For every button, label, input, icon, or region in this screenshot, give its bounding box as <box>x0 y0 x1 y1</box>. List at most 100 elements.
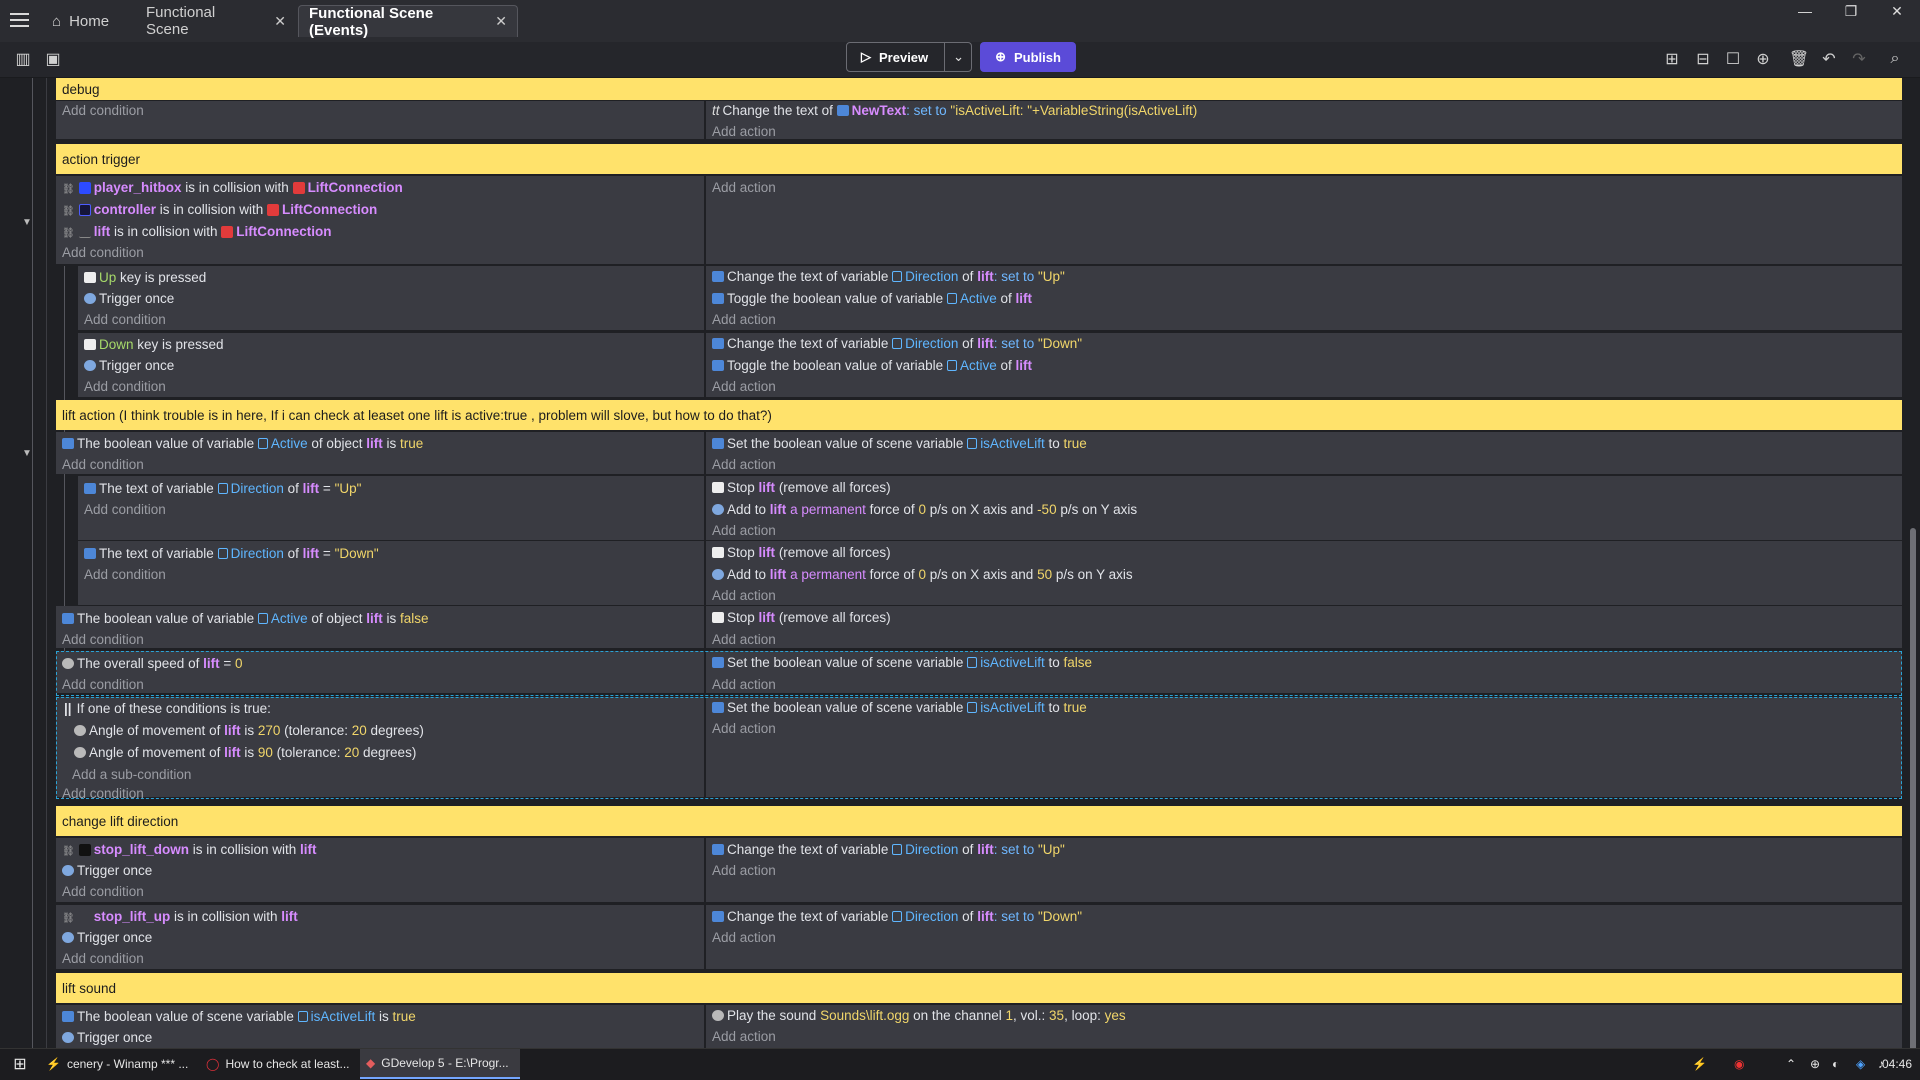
add-condition-link[interactable]: Add condition <box>62 457 144 472</box>
condition-collision[interactable]: ⛓ controller is in collision with LiftCon… <box>62 200 377 220</box>
condition-collision[interactable]: ⛓ lift is in collision with LiftConnectio… <box>62 222 332 242</box>
action-stop-forces[interactable]: Stop lift (remove all forces) <box>712 543 891 563</box>
add-condition-link[interactable]: Add condition <box>62 884 144 899</box>
action-change-variable[interactable]: Change the text of variable Direction of… <box>712 840 1065 860</box>
add-subevent-icon[interactable]: ⊟ <box>1692 48 1714 70</box>
tab-functional-scene[interactable]: Functional Scene ✕ <box>136 4 296 38</box>
condition-trigger-once[interactable]: Trigger once <box>62 861 152 881</box>
add-action-link[interactable]: Add action <box>712 1029 776 1044</box>
condition-key-pressed[interactable]: Down key is pressed <box>84 335 224 355</box>
add-event-icon[interactable]: ⊞ <box>1661 48 1683 70</box>
action-toggle-variable[interactable]: Toggle the boolean value of variable Act… <box>712 356 1032 376</box>
taskbar-gdevelop[interactable]: ◆ GDevelop 5 - E:\Progr... <box>360 1049 520 1079</box>
add-action-link[interactable]: Add action <box>712 312 776 327</box>
delete-icon[interactable]: 🗑 <box>1788 48 1810 70</box>
collapse-toggle-icon[interactable]: ▼ <box>22 213 32 233</box>
start-icon[interactable]: ⊞ <box>4 1049 36 1079</box>
tab-home[interactable]: ⌂ Home <box>42 5 134 37</box>
chevron-up-icon[interactable]: ⌃ <box>1780 1049 1804 1079</box>
add-condition-link[interactable]: Add condition <box>62 951 144 966</box>
save-icon[interactable]: ▣ <box>42 48 64 70</box>
variable-badge-icon <box>892 271 903 282</box>
condition-collision[interactable]: ⛓ player_hitbox is in collision with Lift… <box>62 178 403 198</box>
add-condition-link[interactable]: Add condition <box>62 632 144 647</box>
taskbar-winamp[interactable]: ⚡ cenery - Winamp *** ... <box>40 1049 196 1079</box>
action-change-variable[interactable]: Change the text of variable Direction of… <box>712 334 1082 354</box>
publish-button[interactable]: ⊕ Publish <box>980 42 1076 72</box>
action-stop-forces[interactable]: Stop lift (remove all forces) <box>712 478 891 498</box>
add-condition-link[interactable]: Add condition <box>84 312 166 327</box>
add-condition-link[interactable]: Add condition <box>62 245 144 260</box>
condition-text-variable[interactable]: The text of variable Direction of lift =… <box>84 544 379 564</box>
add-action-link[interactable]: Add action <box>712 588 776 603</box>
add-action-link[interactable]: Add action <box>712 930 776 945</box>
scrollbar[interactable] <box>1910 528 1916 1048</box>
add-action-link[interactable]: Add action <box>712 124 776 139</box>
taskbar-browser[interactable]: ◯ How to check at least... <box>200 1049 356 1079</box>
title-bar: ⌂ Home Functional Scene ✕ Functional Sce… <box>0 0 1920 42</box>
action-stop-forces[interactable]: Stop lift (remove all forces) <box>712 608 891 628</box>
condition-trigger-once[interactable]: Trigger once <box>62 928 152 948</box>
action-add-force[interactable]: Add to lift a permanent force of 0 p/s o… <box>712 565 1133 585</box>
event-conditions[interactable] <box>56 101 706 139</box>
tray-app-icon[interactable]: ◉ <box>1728 1049 1752 1079</box>
gamepad-icon[interactable]: ⊕ <box>1804 1049 1828 1079</box>
undo-icon[interactable]: ↶ <box>1818 48 1840 70</box>
action-play-sound[interactable]: Play the sound Sounds\lift.ogg on the ch… <box>712 1006 1126 1026</box>
add-action-link[interactable]: Add action <box>712 523 776 538</box>
action-change-variable[interactable]: Change the text of variable Direction of… <box>712 907 1082 927</box>
clock[interactable]: 04:46 <box>1876 1049 1918 1079</box>
link-icon: ⛓ <box>62 184 75 195</box>
add-action-link[interactable]: Add action <box>712 379 776 394</box>
discord-icon[interactable]: ◐ <box>1826 1049 1850 1079</box>
preview-dropdown-button[interactable]: ⌄ <box>944 42 972 72</box>
security-icon[interactable]: ◈ <box>1850 1049 1874 1079</box>
condition-key-pressed[interactable]: Up key is pressed <box>84 268 206 288</box>
condition-collision[interactable]: ⛓ stop_lift_down is in collision with lif… <box>62 840 317 860</box>
condition-boolean-scene-variable[interactable]: The boolean value of scene variable isAc… <box>62 1007 416 1027</box>
collapse-toggle-icon[interactable]: ▼ <box>22 444 32 464</box>
comment-change-lift-direction[interactable]: change lift direction <box>56 806 1902 836</box>
close-icon[interactable]: ✕ <box>274 13 286 30</box>
close-icon[interactable]: ✕ <box>495 13 507 30</box>
search-icon[interactable]: ⌕ <box>1884 48 1906 70</box>
add-condition-link[interactable]: Add condition <box>84 502 166 517</box>
event-sheet: debug Add condition tt Change the text of… <box>0 78 1920 1048</box>
event-actions[interactable] <box>706 176 1902 264</box>
condition-collision[interactable]: ⛓ stop_lift_up is in collision with lift <box>62 907 298 927</box>
add-action-link[interactable]: Add action <box>712 180 776 195</box>
tray-app-icon[interactable]: ⚡ <box>1686 1049 1710 1079</box>
add-condition-link[interactable]: Add condition <box>84 379 166 394</box>
comment-action-trigger[interactable]: action trigger <box>56 144 1902 174</box>
menu-icon[interactable] <box>10 13 29 27</box>
condition-trigger-once[interactable]: Trigger once <box>62 1028 152 1048</box>
condition-trigger-once[interactable]: Trigger once <box>84 289 174 309</box>
condition-boolean-variable[interactable]: The boolean value of variable Active of … <box>62 609 429 629</box>
minimize-icon[interactable]: — <box>1782 0 1828 22</box>
condition-boolean-variable[interactable]: The boolean value of variable Active of … <box>62 434 423 454</box>
action-change-text[interactable]: tt Change the text of NewText: set to "is… <box>712 101 1197 121</box>
add-icon[interactable]: ⊕ <box>1752 48 1774 70</box>
comment-lift-sound[interactable]: lift sound <box>56 973 1902 1003</box>
action-toggle-variable[interactable]: Toggle the boolean value of variable Act… <box>712 289 1032 309</box>
condition-text-variable[interactable]: The text of variable Direction of lift =… <box>84 479 361 499</box>
add-comment-icon[interactable]: ☐ <box>1722 48 1744 70</box>
variable-icon <box>712 844 724 855</box>
redo-icon[interactable]: ↷ <box>1848 48 1870 70</box>
add-condition-link[interactable]: Add condition <box>62 103 144 118</box>
add-action-link[interactable]: Add action <box>712 632 776 647</box>
condition-trigger-once[interactable]: Trigger once <box>84 356 174 376</box>
comment-lift-action[interactable]: lift action (I think trouble is in here,… <box>56 400 1902 430</box>
action-add-force[interactable]: Add to lift a permanent force of 0 p/s o… <box>712 500 1137 520</box>
action-change-variable[interactable]: Change the text of variable Direction of… <box>712 267 1065 287</box>
restore-icon[interactable]: ❐ <box>1828 0 1874 22</box>
add-action-link[interactable]: Add action <box>712 457 776 472</box>
action-set-scene-variable[interactable]: Set the boolean value of scene variable … <box>712 434 1087 454</box>
add-action-link[interactable]: Add action <box>712 863 776 878</box>
variable-icon <box>712 438 724 449</box>
panels-icon[interactable]: ▥ <box>12 48 34 70</box>
close-window-icon[interactable]: ✕ <box>1874 0 1920 22</box>
add-condition-link[interactable]: Add condition <box>84 567 166 582</box>
tab-functional-scene-events[interactable]: Functional Scene (Events) ✕ <box>298 5 518 39</box>
comment-debug[interactable]: debug <box>56 78 1902 100</box>
